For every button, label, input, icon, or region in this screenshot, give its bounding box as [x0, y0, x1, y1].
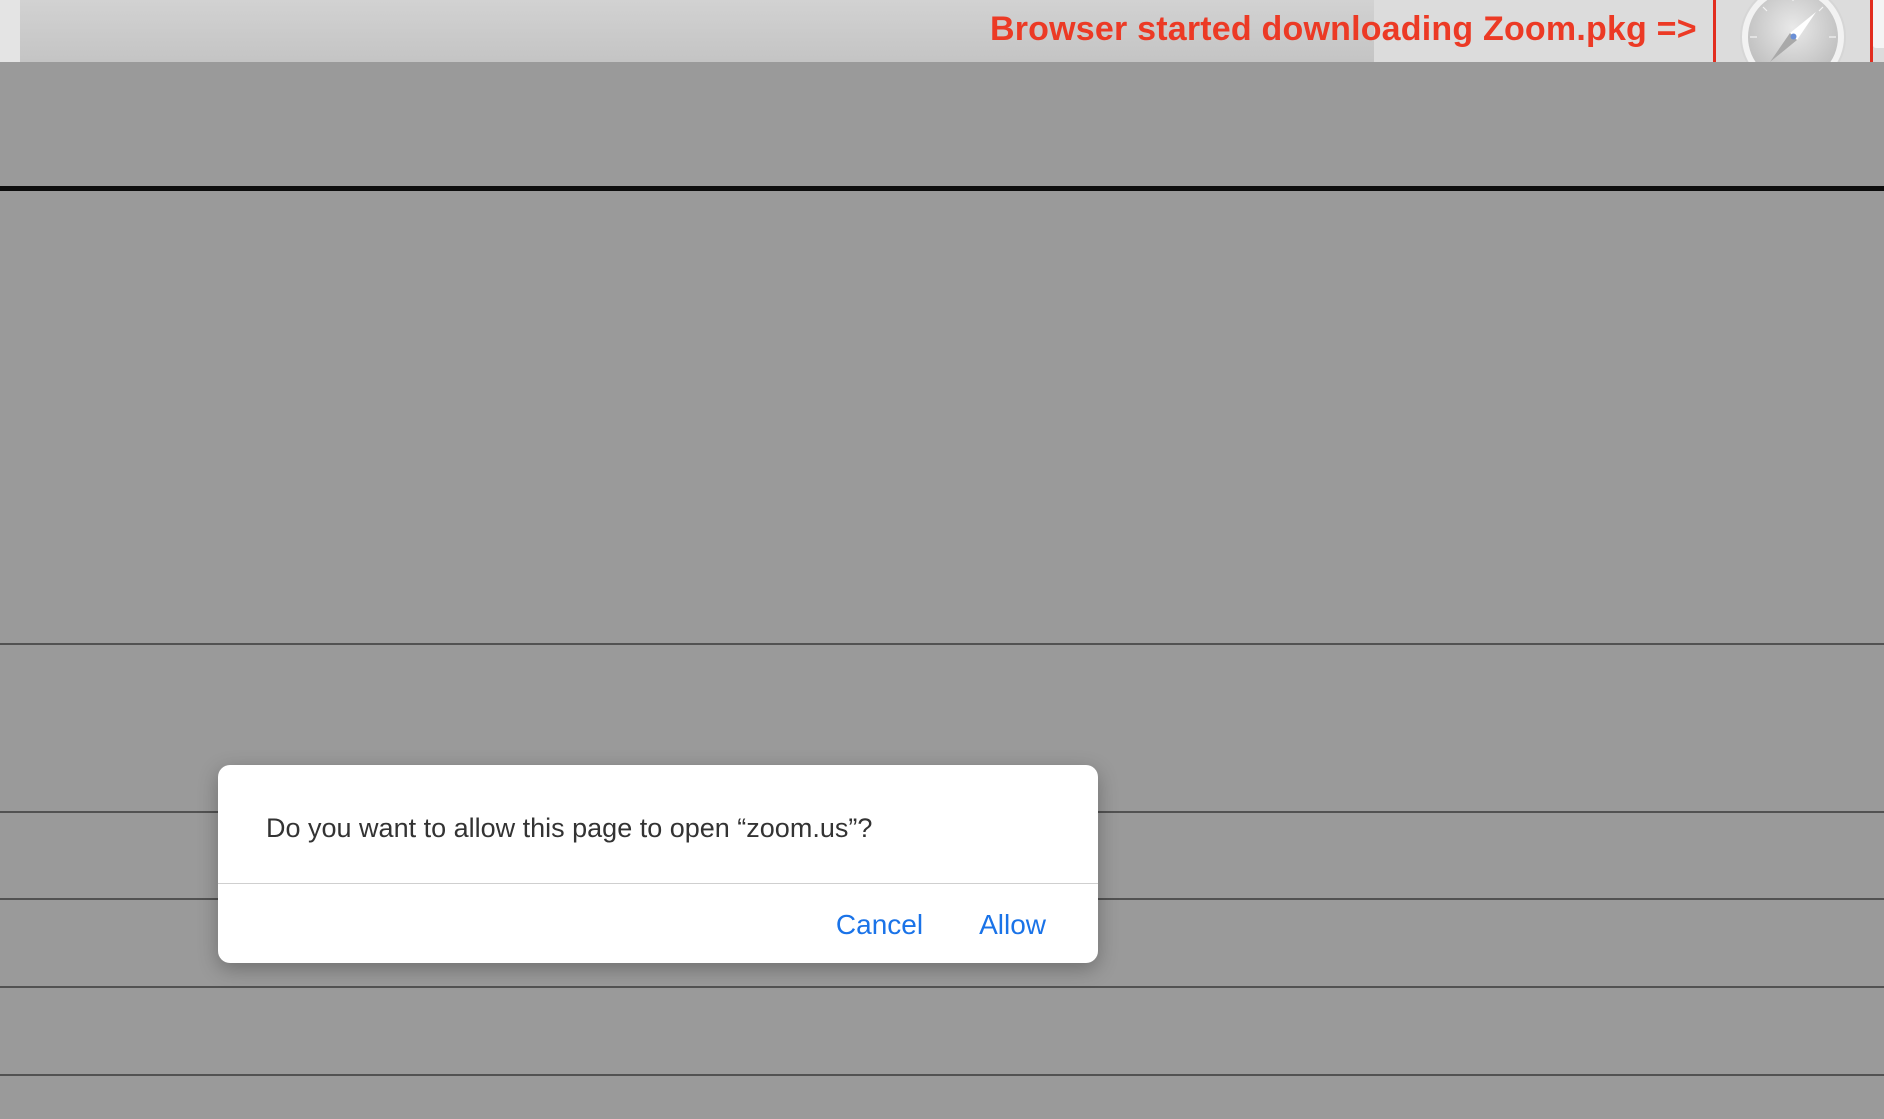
- row-divider: [0, 643, 1884, 645]
- window-edge-strip: [0, 0, 20, 62]
- header-divider: [0, 186, 1884, 191]
- dialog-button-row: Cancel Allow: [836, 908, 1046, 942]
- cancel-button[interactable]: Cancel: [836, 908, 923, 942]
- row-divider: [0, 1074, 1884, 1076]
- download-annotation-label: Browser started downloading Zoom.pkg =>: [990, 10, 1697, 48]
- allow-button[interactable]: Allow: [979, 908, 1046, 942]
- dialog-message: Do you want to allow this page to open “…: [266, 813, 873, 843]
- page-header-area: [0, 62, 1884, 186]
- row-divider: [0, 986, 1884, 988]
- open-app-permission-dialog: Do you want to allow this page to open “…: [218, 765, 1098, 963]
- dialog-separator: [218, 883, 1098, 884]
